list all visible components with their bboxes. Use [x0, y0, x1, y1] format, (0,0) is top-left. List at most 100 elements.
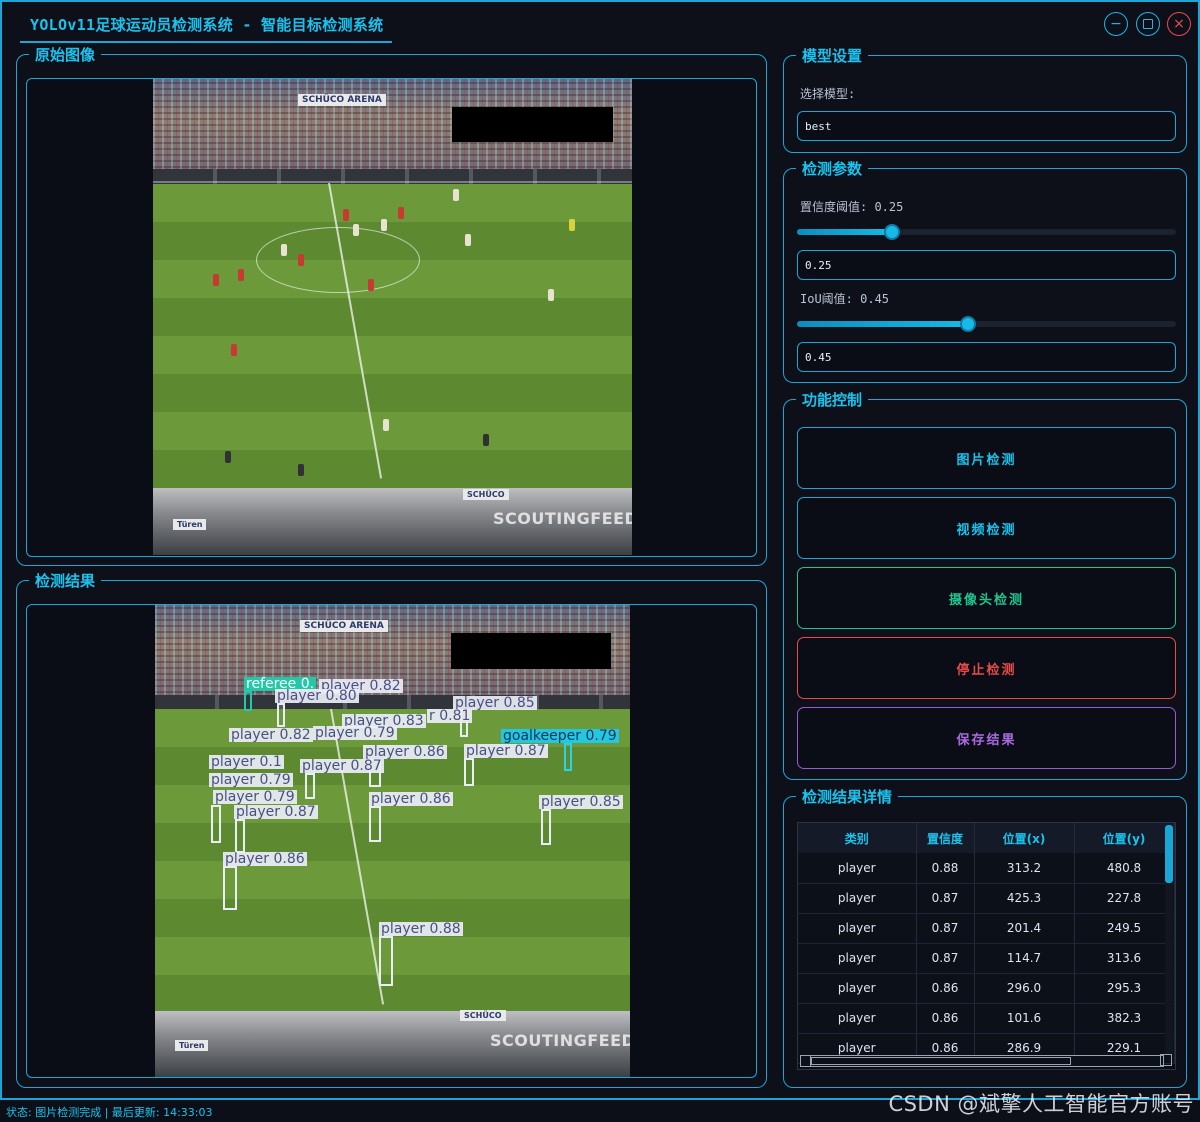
detection-box — [379, 936, 393, 986]
detection-label: player 0.86 — [369, 791, 453, 807]
cell-y: 249.5 — [1074, 913, 1175, 944]
table-row[interactable]: player 0.86 296.0 295.3 — [798, 973, 1175, 1004]
minimize-icon: − — [1110, 16, 1122, 32]
image-watermark: SCOUTINGFEED — [493, 509, 632, 528]
detection-label: player 0.86 — [223, 851, 307, 867]
detection-label: player 0.87 — [464, 743, 548, 759]
cell-y: 480.8 — [1074, 853, 1175, 884]
maximize-icon — [1143, 19, 1153, 29]
turen-board: Türen — [173, 519, 207, 530]
maximize-button[interactable] — [1136, 12, 1160, 36]
cell-x: 296.0 — [974, 973, 1075, 1004]
title-underline — [20, 41, 392, 43]
detection-label: player 0.88 — [379, 921, 463, 937]
result-turen-board: Türen — [175, 1040, 209, 1051]
video-detect-button[interactable]: 视频检测 — [797, 497, 1176, 559]
original-image-title: 原始图像 — [29, 44, 102, 65]
window-title: YOLOv11足球运动员检测系统 - 智能目标检测系统 — [30, 16, 384, 34]
model-settings-panel: 模型设置 选择模型: best — [783, 45, 1187, 153]
iou-threshold-label: IoU阈值: 0.45 — [800, 292, 890, 306]
minimize-button[interactable]: − — [1104, 12, 1128, 36]
model-select[interactable]: best — [797, 111, 1176, 141]
cell-y: 295.3 — [1074, 973, 1175, 1004]
function-control-title: 功能控制 — [796, 389, 869, 410]
cell-confidence: 0.88 — [916, 853, 975, 884]
result-table[interactable]: 类别 置信度 位置(x) 位置(y) player 0.88 313.2 480… — [797, 822, 1176, 1070]
cell-y: 382.3 — [1074, 1003, 1175, 1034]
horizontal-scroll-thumb[interactable] — [811, 1057, 1071, 1065]
close-icon: × — [1173, 16, 1185, 32]
conf-threshold-input[interactable]: 0.25 — [797, 250, 1176, 280]
iou-threshold-input[interactable]: 0.45 — [797, 342, 1176, 372]
detection-label: player 0.87 — [234, 804, 318, 820]
detection-box — [369, 806, 381, 842]
table-row[interactable]: player 0.88 313.2 480.8 — [798, 853, 1175, 884]
result-image-panel: 检测结果 SCHÜCO ARENA SCHÜCO Türen SCOUTINGF… — [16, 570, 767, 1088]
table-row[interactable]: player 0.87 114.7 313.6 — [798, 943, 1175, 974]
table-row[interactable]: player 0.87 425.3 227.8 — [798, 883, 1175, 914]
conf-slider-handle[interactable] — [883, 224, 900, 240]
cell-class: player — [798, 1003, 917, 1034]
cell-x: 313.2 — [974, 853, 1075, 884]
detection-box — [223, 866, 237, 910]
status-text: 状态: 图片检测完成 | 最后更新: 14:33:03 — [6, 1106, 213, 1119]
cell-class: player — [798, 913, 917, 944]
stadium-brand: SCHÜCO ARENA — [298, 94, 386, 106]
detection-box — [235, 819, 245, 853]
detection-params-panel: 检测参数 置信度阈值: 0.25 0.25 IoU阈值: 0.45 0.45 — [783, 158, 1187, 383]
iou-slider-handle[interactable] — [959, 316, 976, 332]
detection-label: player 0.82 — [229, 727, 313, 743]
image-detect-button[interactable]: 图片检测 — [797, 427, 1176, 489]
table-horizontal-scrollbar[interactable] — [800, 1055, 1164, 1067]
column-header-x[interactable]: 位置(x) — [974, 823, 1075, 853]
table-row[interactable]: player 0.86 101.6 382.3 — [798, 1003, 1175, 1034]
model-settings-title: 模型设置 — [796, 45, 869, 66]
column-header-y[interactable]: 位置(y) — [1074, 823, 1175, 853]
camera-detect-button[interactable]: 摄像头检测 — [797, 567, 1176, 629]
column-header-confidence[interactable]: 置信度 — [916, 823, 975, 853]
result-image-title: 检测结果 — [29, 570, 102, 591]
result-details-title: 检测结果详情 — [796, 786, 899, 807]
vertical-scroll-thumb[interactable] — [1165, 825, 1173, 883]
detection-box — [277, 703, 285, 727]
cell-class: player — [798, 943, 917, 974]
table-vertical-scrollbar[interactable] — [1165, 825, 1173, 1055]
csdn-watermark: CSDN @斌擎人工智能官方账号 — [888, 1092, 1194, 1116]
result-image-watermark: SCOUTINGFEED — [490, 1031, 630, 1050]
cell-class: player — [798, 973, 917, 1004]
stop-detect-button[interactable]: 停止检测 — [797, 637, 1176, 699]
cell-confidence: 0.86 — [916, 1003, 975, 1034]
column-header-class[interactable]: 类别 — [798, 823, 917, 853]
scroll-left-cap[interactable] — [801, 1056, 811, 1066]
detection-label: player 0.85 — [539, 794, 623, 810]
detection-box — [564, 743, 572, 771]
cell-x: 425.3 — [974, 883, 1075, 914]
detection-box — [464, 758, 474, 786]
detection-label: player 0.79 — [213, 789, 297, 805]
close-button[interactable]: × — [1167, 12, 1191, 36]
detection-box — [541, 809, 551, 845]
detection-label: player 0.1 — [209, 754, 284, 770]
original-image: SCHÜCO ARENA SCHÜCO Türen SCOUTINGFEED — [153, 79, 632, 555]
detection-label: goalkeeper 0.79 — [501, 728, 619, 744]
cell-x: 101.6 — [974, 1003, 1075, 1034]
table-row[interactable]: player 0.87 201.4 249.5 — [798, 913, 1175, 944]
detection-label: player 0.79 — [209, 772, 293, 788]
detection-box — [305, 773, 315, 799]
detection-params-title: 检测参数 — [796, 158, 869, 179]
save-result-button[interactable]: 保存结果 — [797, 707, 1176, 769]
cell-y: 313.6 — [1074, 943, 1175, 974]
detection-box — [211, 805, 221, 843]
iou-threshold-slider[interactable] — [797, 316, 1176, 332]
cell-confidence: 0.86 — [916, 973, 975, 1004]
detection-label: player 0.87 — [300, 758, 384, 774]
result-image: SCHÜCO ARENA SCHÜCO Türen SCOUTINGFEED r… — [155, 605, 630, 1077]
result-schuco-board: SCHÜCO — [460, 1010, 506, 1021]
detection-label: r 0.81 — [427, 708, 473, 724]
cell-confidence: 0.87 — [916, 913, 975, 944]
conf-threshold-label: 置信度阈值: 0.25 — [800, 200, 904, 214]
title-bar[interactable]: YOLOv11足球运动员检测系统 - 智能目标检测系统 − × — [2, 2, 1198, 43]
result-stadium-brand: SCHÜCO ARENA — [300, 620, 388, 632]
conf-threshold-slider[interactable] — [797, 224, 1176, 240]
cell-class: player — [798, 853, 917, 884]
